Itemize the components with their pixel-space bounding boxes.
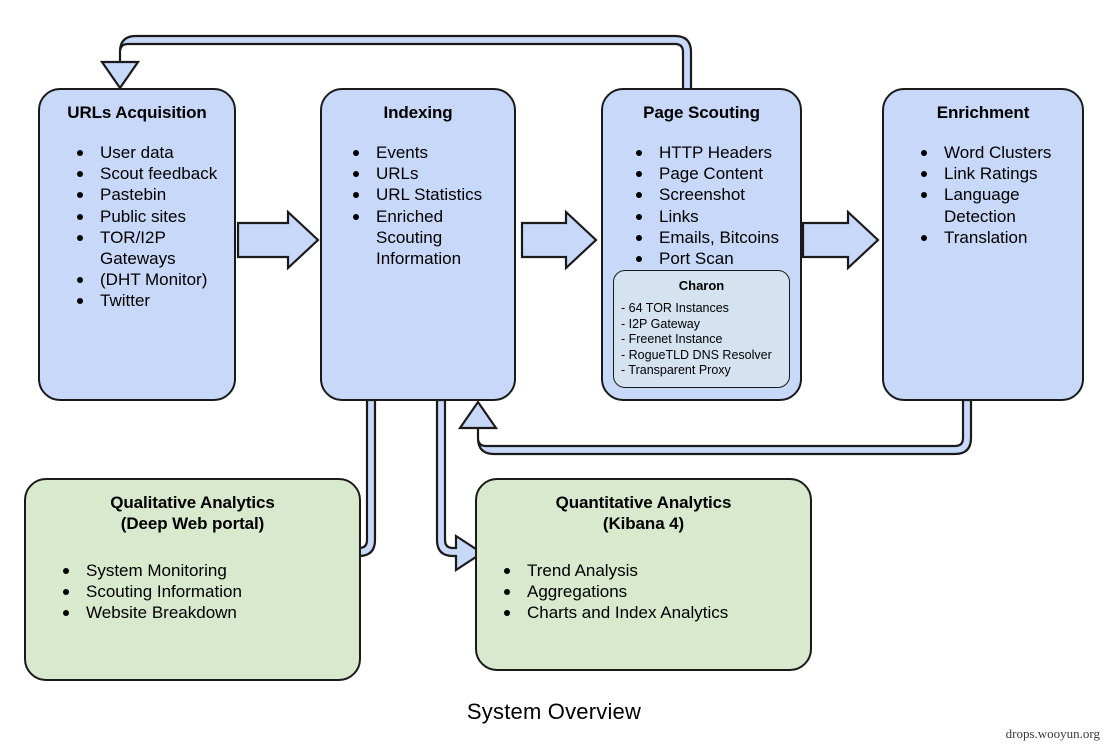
list-item: Events xyxy=(342,142,514,163)
list-item: - 64 TOR Instances xyxy=(621,301,729,315)
list-item: Enriched Scouting Information xyxy=(342,206,514,270)
list-item: Public sites xyxy=(66,206,234,227)
list-item: User data xyxy=(66,142,234,163)
node-indexing-items: Events URLs URL Statistics Enriched Scou… xyxy=(342,142,514,269)
node-quantitative-analytics-title: Quantitative Analytics (Kibana 4) xyxy=(477,480,810,534)
node-enrichment-items: Word Clusters Link Ratings Language Dete… xyxy=(910,142,1082,248)
node-enrichment-title: Enrichment xyxy=(936,103,1030,122)
node-qualitative-analytics-title: Qualitative Analytics (Deep Web portal) xyxy=(26,480,359,534)
list-item: Scouting Information xyxy=(52,581,359,602)
node-urls-acquisition[interactable]: URLs Acquisition User data Scout feedbac… xyxy=(38,88,236,401)
list-item: Screenshot xyxy=(625,184,800,205)
list-item: - Freenet Instance xyxy=(621,332,723,347)
list-item: TOR/I2P Gateways xyxy=(66,227,234,269)
node-page-scouting-title: Page Scouting xyxy=(643,103,760,122)
list-item: Pastebin xyxy=(66,184,234,205)
title-sub: (Deep Web portal) xyxy=(120,514,265,533)
node-enrichment[interactable]: Enrichment Word Clusters Link Ratings La… xyxy=(882,88,1084,401)
list-item: Link Ratings xyxy=(910,163,1082,184)
list-item: URLs xyxy=(342,163,514,184)
list-item: URL Statistics xyxy=(342,184,514,205)
list-item: Twitter xyxy=(66,290,234,311)
watermark: drops.wooyun.org xyxy=(1005,726,1100,741)
connector-indexing-to-page-scouting xyxy=(520,209,598,271)
node-qualitative-analytics-items: System Monitoring Scouting Information W… xyxy=(52,560,359,624)
list-item: System Monitoring xyxy=(52,560,359,581)
list-item: Port Scan xyxy=(625,248,800,269)
connector-page-scouting-to-urls-feedback xyxy=(99,34,693,92)
list-item: Page Content xyxy=(625,163,800,184)
list-item: Aggregations xyxy=(493,581,810,602)
list-item: Language Detection xyxy=(910,184,1082,226)
diagram-canvas: URLs Acquisition User data Scout feedbac… xyxy=(0,0,1108,746)
list-item: Charts and Index Analytics xyxy=(493,602,810,623)
connector-urls-to-indexing xyxy=(236,209,320,271)
node-indexing-title: Indexing xyxy=(383,103,453,122)
connector-enrichment-to-page-scouting-feedback xyxy=(457,398,973,456)
list-item: - RogueTLD DNS Resolver xyxy=(621,347,772,362)
list-item: Trend Analysis xyxy=(493,560,810,581)
list-item: (DHT Monitor) xyxy=(66,269,234,290)
list-item: Word Clusters xyxy=(910,142,1082,163)
subnode-charon-title: Charon xyxy=(678,278,725,293)
list-item: Translation xyxy=(910,227,1082,248)
list-item: Emails, Bitcoins xyxy=(625,227,800,248)
subnode-charon[interactable]: Charon - 64 TOR Instances - I2P Gateway … xyxy=(613,270,790,388)
connector-page-scouting-to-enrichment xyxy=(801,209,880,271)
node-indexing[interactable]: Indexing Events URLs URL Statistics Enri… xyxy=(320,88,516,401)
list-item: Scout feedback xyxy=(66,163,234,184)
node-quantitative-analytics[interactable]: Quantitative Analytics (Kibana 4) Trend … xyxy=(475,478,812,671)
diagram-caption: System Overview xyxy=(466,699,642,724)
list-item: - I2P Gateway xyxy=(621,316,700,331)
title-main: Quantitative Analytics xyxy=(555,493,732,512)
list-item: HTTP Headers xyxy=(625,142,800,163)
node-qualitative-analytics[interactable]: Qualitative Analytics (Deep Web portal) … xyxy=(24,478,361,681)
subnode-charon-items: - 64 TOR Instances - I2P Gateway - Freen… xyxy=(621,301,789,379)
title-sub: (Kibana 4) xyxy=(602,514,685,533)
list-item: - Transparent Proxy xyxy=(621,363,731,378)
node-urls-acquisition-title: URLs Acquisition xyxy=(67,103,207,122)
list-item: Links xyxy=(625,206,800,227)
title-main: Qualitative Analytics xyxy=(110,493,275,512)
node-quantitative-analytics-items: Trend Analysis Aggregations Charts and I… xyxy=(493,560,810,624)
node-urls-acquisition-items: User data Scout feedback Pastebin Public… xyxy=(66,142,234,312)
node-page-scouting-items: HTTP Headers Page Content Screenshot Lin… xyxy=(625,142,800,269)
list-item: Website Breakdown xyxy=(52,602,359,623)
node-page-scouting[interactable]: Page Scouting HTTP Headers Page Content … xyxy=(601,88,802,401)
